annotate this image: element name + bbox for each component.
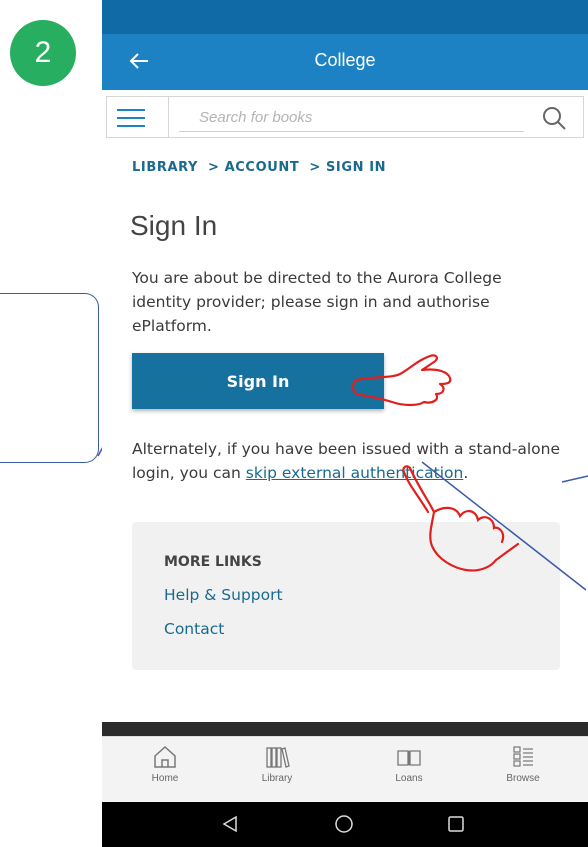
browse-grid-icon xyxy=(513,746,533,767)
home-icon xyxy=(154,745,176,768)
help-support-link[interactable]: Help & Support xyxy=(164,586,283,604)
step-number: 2 xyxy=(34,36,52,69)
search-divider xyxy=(168,97,169,137)
app-title: College xyxy=(314,50,376,70)
breadcrumb-account[interactable]: > ACCOUNT xyxy=(208,160,299,175)
hamburger-menu-icon[interactable] xyxy=(117,107,145,129)
nav-item-loans[interactable]: Loans xyxy=(364,743,454,784)
library-books-icon xyxy=(266,747,290,768)
skip-external-authentication-link[interactable]: skip external authentication xyxy=(246,464,464,482)
nav-item-browse[interactable]: Browse xyxy=(478,743,568,784)
nav-item-home[interactable]: Home xyxy=(120,743,210,784)
nav-label-loans: Loans xyxy=(395,773,423,784)
intro-text: You are about be directed to the Aurora … xyxy=(132,269,502,335)
search-icon[interactable] xyxy=(541,105,567,131)
app-bar: College xyxy=(102,34,588,90)
phone-screen: College LIBRARY > ACCOUNT > SIGN IN Sign… xyxy=(102,0,588,847)
more-links-title: MORE LINKS xyxy=(164,554,262,570)
contact-link[interactable]: Contact xyxy=(164,620,224,638)
content-divider xyxy=(102,722,588,736)
page-title: Sign In xyxy=(130,210,218,241)
android-back-icon[interactable] xyxy=(220,814,240,834)
nav-label-home: Home xyxy=(151,773,179,784)
callout-box-left xyxy=(0,293,99,463)
search-bar xyxy=(106,96,584,138)
sign-in-button[interactable]: Sign In xyxy=(132,353,384,409)
nav-label-library: Library xyxy=(261,773,293,784)
more-links-panel: MORE LINKS Help & Support Contact xyxy=(132,522,560,670)
breadcrumb-sign-in: > SIGN IN xyxy=(309,160,387,175)
breadcrumb: LIBRARY > ACCOUNT > SIGN IN xyxy=(132,160,386,175)
alternate-login-suffix: . xyxy=(463,464,469,482)
nav-item-library[interactable]: Library xyxy=(232,743,322,784)
search-input[interactable] xyxy=(179,104,524,132)
breadcrumb-library[interactable]: LIBRARY xyxy=(132,160,198,175)
open-book-icon xyxy=(397,750,421,766)
nav-label-browse: Browse xyxy=(506,773,540,784)
android-navigation-bar xyxy=(102,802,588,847)
android-recents-icon[interactable] xyxy=(446,814,466,834)
alternate-login-text: Alternately, if you have been issued wit… xyxy=(132,437,577,485)
bottom-nav: Home Library Loans Browse xyxy=(102,736,588,803)
status-bar xyxy=(102,0,588,34)
android-home-icon[interactable] xyxy=(334,814,354,834)
step-badge: 2 xyxy=(10,20,76,86)
